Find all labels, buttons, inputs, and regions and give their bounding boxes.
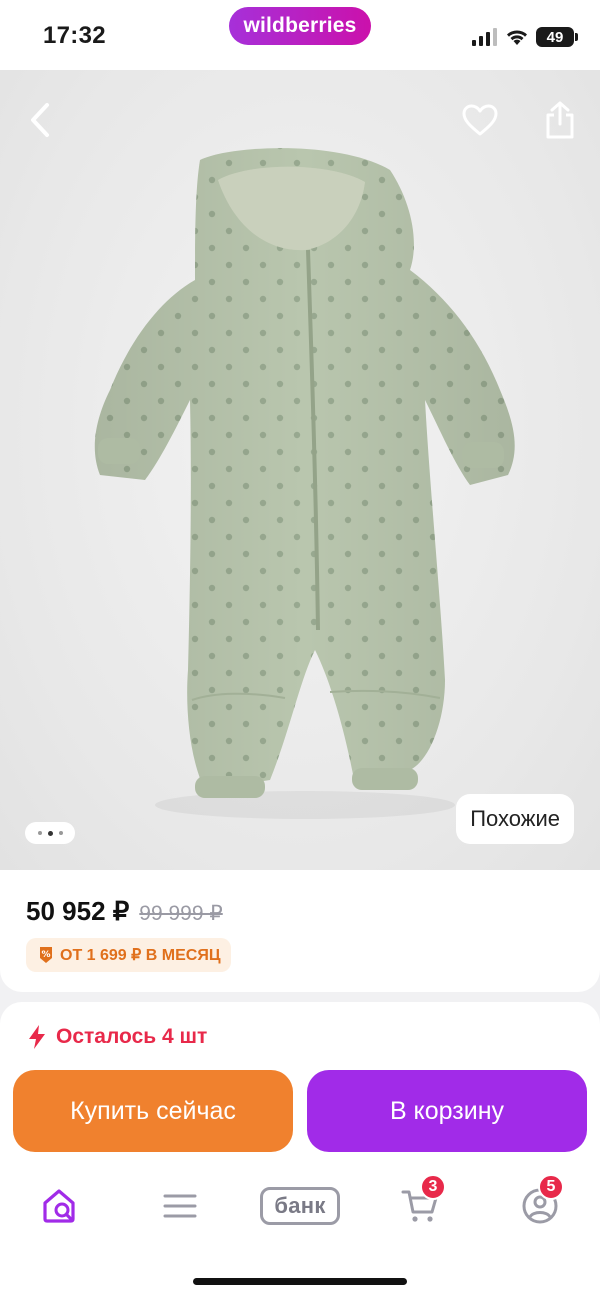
home-search-icon	[43, 1189, 75, 1223]
installment-icon: %	[40, 947, 52, 963]
share-icon	[546, 101, 574, 139]
price-current: 50 952 ₽	[26, 896, 130, 926]
similar-button[interactable]: Похожие	[456, 794, 574, 844]
back-button[interactable]	[18, 98, 62, 142]
tab-bank[interactable]: банк	[258, 1178, 342, 1234]
status-icons: 49	[472, 27, 578, 47]
slide-dot[interactable]	[58, 831, 63, 835]
tab-profile[interactable]: 5	[510, 1174, 570, 1234]
home-indicator[interactable]	[193, 1278, 407, 1285]
back-icon	[31, 103, 49, 137]
price-old: 99 999 ₽	[139, 902, 223, 925]
cart-badge: 3	[420, 1174, 446, 1200]
tab-home[interactable]	[30, 1178, 90, 1234]
bottom-tabbar: банк 3 5	[0, 1170, 600, 1250]
status-time: 17:32	[43, 22, 106, 49]
profile-badge: 5	[538, 1174, 564, 1200]
wifi-icon	[507, 30, 527, 45]
slide-dot[interactable]	[37, 831, 42, 835]
signal-icon	[472, 28, 497, 46]
brand-logo[interactable]: wildberries	[229, 7, 371, 45]
tab-cart[interactable]: 3	[390, 1174, 450, 1234]
slide-dot-active[interactable]	[47, 830, 53, 836]
add-to-cart-button[interactable]: В корзину	[307, 1070, 587, 1152]
slide-indicator[interactable]	[25, 822, 75, 844]
product-image[interactable]	[0, 70, 600, 870]
installment-label: ОТ 1 699 ₽ В МЕСЯЦ	[60, 947, 221, 964]
stock-label: Осталось 4 шт	[56, 1025, 208, 1048]
tab-catalog[interactable]	[150, 1178, 210, 1234]
action-panel: Осталось 4 шт Купить сейчас В корзину	[0, 1002, 600, 1298]
share-button[interactable]	[538, 98, 582, 142]
price-card: 50 952 ₽ 99 999 ₽ % ОТ 1 699 ₽ В МЕСЯЦ	[0, 870, 600, 992]
menu-icon	[163, 1194, 197, 1218]
battery-indicator: 49	[536, 27, 578, 47]
product-gallery[interactable]: Похожие	[0, 70, 600, 870]
stock-status: Осталось 4 шт	[28, 1024, 207, 1050]
installment-badge[interactable]: % ОТ 1 699 ₽ В МЕСЯЦ	[26, 938, 231, 972]
favorite-button[interactable]	[458, 98, 502, 142]
price-row: 50 952 ₽ 99 999 ₽	[26, 896, 223, 927]
status-bar: 17:32 wildberries 49	[0, 0, 600, 70]
svg-text:%: %	[41, 950, 50, 960]
lightning-icon	[29, 1025, 45, 1049]
bank-label: банк	[260, 1187, 340, 1225]
heart-icon	[462, 104, 498, 136]
buy-now-button[interactable]: Купить сейчас	[13, 1070, 293, 1152]
